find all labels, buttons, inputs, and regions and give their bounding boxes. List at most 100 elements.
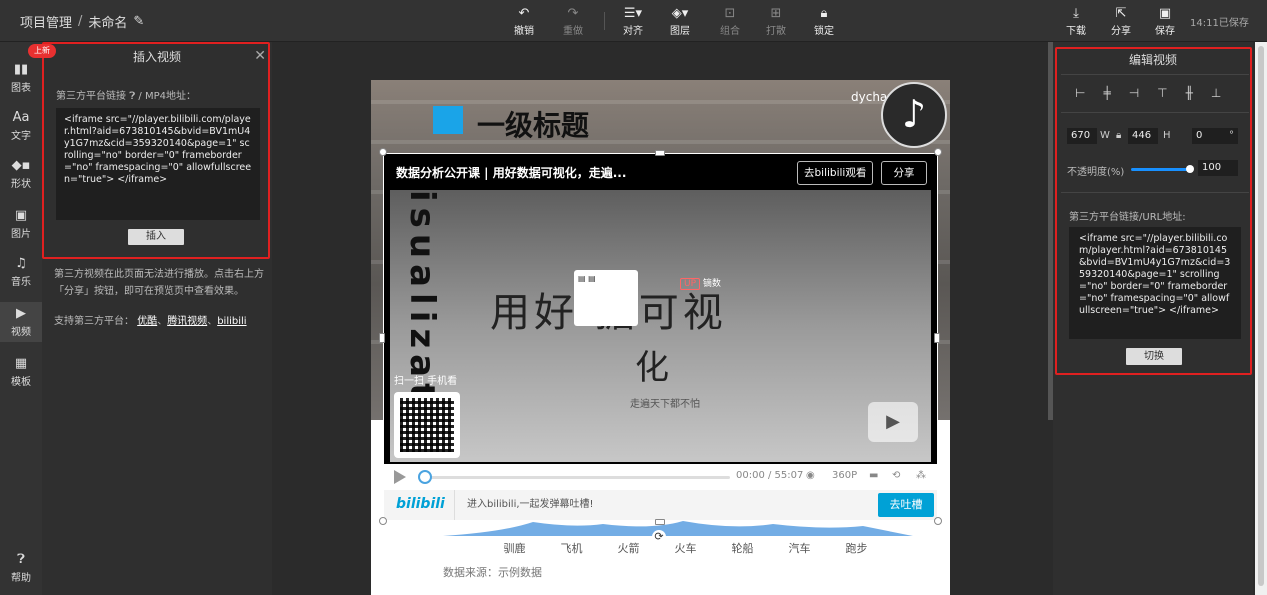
- resize-handle[interactable]: [934, 333, 940, 343]
- nav-template-label: 模板: [11, 377, 31, 388]
- volume-icon[interactable]: ◉: [806, 470, 815, 481]
- slide-title[interactable]: 一级标题: [477, 104, 589, 144]
- video-time: 00:00 / 55:07: [736, 470, 804, 481]
- music-note-icon[interactable]: ♪: [881, 82, 947, 148]
- nav-chart[interactable]: ▮▮ 图表: [0, 62, 42, 94]
- lock-label: 锁定: [814, 26, 834, 37]
- title-accent-box: [433, 106, 463, 134]
- data-source: 数据来源：示例数据: [443, 566, 542, 579]
- nav-image[interactable]: ▣ 图片: [0, 208, 42, 240]
- resize-handle[interactable]: [379, 333, 385, 343]
- download-button[interactable]: ⤓ 下载: [1058, 6, 1094, 37]
- nav-video-label: 视频: [11, 327, 31, 338]
- text-icon: Aa: [12, 110, 30, 125]
- music-icon: ♫: [15, 256, 27, 271]
- tv-play-icon[interactable]: ▶: [868, 402, 918, 442]
- nav-music[interactable]: ♫ 音乐: [0, 256, 42, 288]
- share-button[interactable]: ⇱ 分享: [1103, 6, 1139, 37]
- page-scrollbar[interactable]: [1255, 42, 1267, 595]
- nav-shape[interactable]: ◆▪ 形状: [0, 158, 42, 190]
- breadcrumb-project[interactable]: 项目管理: [20, 12, 72, 31]
- resize-handle[interactable]: [655, 519, 665, 525]
- category-label: 驯鹿: [503, 542, 526, 555]
- platform-link-bilibili[interactable]: bilibili: [217, 316, 246, 327]
- scan-label: 扫一扫 手机看: [394, 376, 458, 387]
- video-share-button[interactable]: 分享: [881, 161, 927, 185]
- resize-handle[interactable]: [379, 517, 387, 525]
- resize-handle[interactable]: [655, 150, 665, 156]
- template-icon: ▦: [14, 356, 28, 371]
- redo-button[interactable]: ↷ 重做: [555, 6, 591, 37]
- category-label: 轮船: [731, 542, 754, 555]
- resize-handle[interactable]: [934, 517, 942, 525]
- resolution-select[interactable]: 360P: [832, 470, 857, 481]
- rotate-icon[interactable]: ⟳: [652, 530, 666, 544]
- nav-text-label: 文字: [11, 131, 31, 142]
- category-label: 火车: [674, 542, 697, 555]
- save-button[interactable]: ▣ 保存: [1147, 6, 1183, 37]
- download-label: 下载: [1066, 26, 1086, 37]
- nav-text[interactable]: Aa 文字: [0, 110, 42, 142]
- play-icon[interactable]: [394, 470, 406, 484]
- shape-icon: ◆▪: [11, 158, 31, 173]
- video-embed[interactable]: 数据分析公开课 | 用好数据可视化，走遍... 去bilibili观看 分享 i…: [383, 153, 938, 521]
- top-toolbar: 项目管理 / 未命名 ✎ ↶ 撤销 ↷ 重做 ☰▾ 对齐 ◈▾ 图层 ⊡ 组合 …: [0, 0, 1267, 42]
- platform-link-tencent[interactable]: 腾讯视频: [167, 316, 207, 327]
- edit-panel-highlight: [1055, 47, 1252, 375]
- download-icon: ⤓: [1073, 6, 1079, 21]
- save-label: 保存: [1155, 26, 1175, 37]
- nav-shape-label: 形状: [11, 179, 31, 190]
- group-button[interactable]: ⊡ 组合: [712, 6, 748, 37]
- nav-chart-label: 图表: [11, 83, 31, 94]
- platform-link-youku[interactable]: 优酷: [137, 316, 157, 327]
- document-name[interactable]: 未命名: [88, 12, 127, 31]
- chart-categories: 驯鹿 飞机 火箭 火车 轮船 汽车 跑步: [486, 540, 885, 556]
- resize-handle[interactable]: [379, 148, 387, 156]
- image-icon: ▣: [14, 208, 28, 223]
- nav-help-label: 帮助: [11, 573, 31, 584]
- nav-template[interactable]: ▦ 模板: [0, 356, 42, 388]
- align-button[interactable]: ☰▾ 对齐: [615, 6, 651, 37]
- nav-video[interactable]: ▶ 视频: [0, 302, 42, 342]
- nav-help[interactable]: ❓︎ 帮助: [0, 552, 42, 584]
- edit-name-icon[interactable]: ✎: [133, 14, 144, 29]
- layer-button[interactable]: ◈▾ 图层: [662, 6, 698, 37]
- supported-platforms: 支持第三方平台： 优酷、腾讯视频、bilibili: [54, 312, 247, 327]
- resize-handle[interactable]: [934, 148, 942, 156]
- platform-separator: 、: [207, 316, 218, 327]
- category-label: 火箭: [617, 542, 640, 555]
- group-icon: ⊡: [724, 6, 736, 21]
- video-vertical-text: isualizati: [402, 190, 442, 423]
- send-danmaku-button[interactable]: 去吐槽: [878, 493, 934, 517]
- category-label: 跑步: [845, 542, 868, 555]
- nav-music-label: 音乐: [11, 277, 31, 288]
- lock-button[interactable]: 🔒︎ 锁定: [806, 6, 842, 37]
- danmaku-input[interactable]: 进入bilibili,一起发弹幕吐槽!: [454, 490, 594, 520]
- progress-bar[interactable]: [422, 476, 730, 479]
- layer-label: 图层: [670, 26, 690, 37]
- share-label: 分享: [1111, 26, 1131, 37]
- progress-knob[interactable]: [418, 470, 432, 484]
- breadcrumb-separator: /: [78, 14, 83, 29]
- uploader[interactable]: UP 镝数: [680, 276, 721, 290]
- support-label: 支持第三方平台：: [54, 316, 134, 327]
- danmaku-icon[interactable]: ▬: [869, 470, 878, 481]
- loop-icon[interactable]: ⟲: [892, 470, 900, 481]
- toolbar-divider: [604, 12, 605, 30]
- up-badge: UP: [680, 278, 701, 290]
- bilibili-logo: bilibili: [396, 496, 445, 512]
- ungroup-icon: ⊞: [770, 6, 782, 21]
- video-icon: ▶: [16, 306, 26, 321]
- breadcrumb: 项目管理 / 未命名 ✎: [20, 12, 144, 31]
- lock-icon: 🔒︎: [820, 6, 828, 21]
- video-subline: 走遍天下都不怕: [630, 399, 700, 410]
- qr-code: [394, 392, 460, 458]
- new-badge: 上新: [28, 44, 56, 58]
- watch-on-bilibili-button[interactable]: 去bilibili观看: [797, 161, 874, 185]
- group-label: 组合: [720, 26, 740, 37]
- insert-panel-highlight: [42, 42, 270, 259]
- settings-icon[interactable]: ⁂: [916, 470, 926, 481]
- ungroup-button[interactable]: ⊞ 打散: [758, 6, 794, 37]
- video-frame[interactable]: isualizati 用好 据可视 化 走遍天下都不怕 ▤ ▤ UP 镝数 扫一…: [390, 190, 931, 462]
- undo-button[interactable]: ↶ 撤销: [506, 6, 542, 37]
